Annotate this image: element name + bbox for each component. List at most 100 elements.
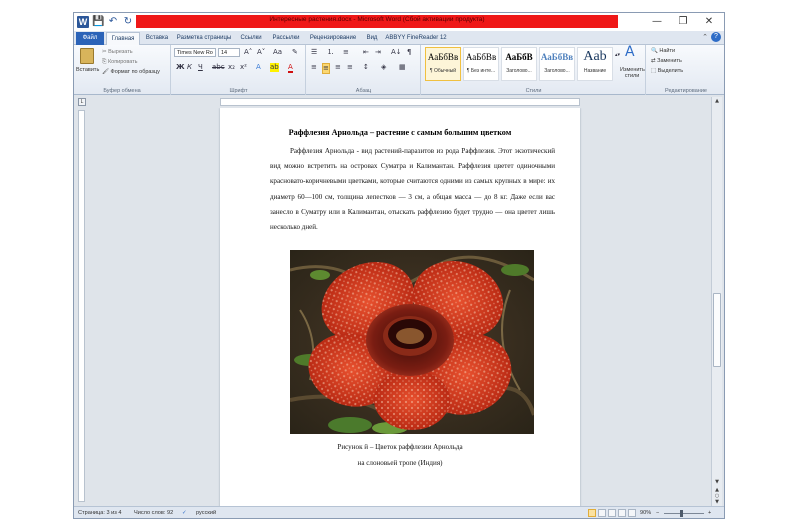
highlight-button[interactable]: ab (270, 63, 279, 72)
language-indicator[interactable]: русский (196, 510, 216, 516)
help-icon[interactable]: ? (711, 32, 721, 42)
document-page[interactable]: Раффлезия Арнольда – растение с самым бо… (220, 108, 580, 506)
font-color-button[interactable]: A (288, 63, 293, 73)
underline-button[interactable]: Ч (198, 63, 203, 72)
rafflesia-photo[interactable] (290, 250, 534, 434)
outline-view-button[interactable] (618, 509, 626, 517)
style-heading-1[interactable]: АаБбВ Заголово... (501, 47, 537, 81)
vertical-scrollbar[interactable]: ▲ ▼ ▲ ○ ▼ (711, 97, 722, 506)
style-heading-2[interactable]: АаБбВв Заголово... (539, 47, 575, 81)
tab-insert[interactable]: Вставка (142, 32, 172, 45)
full-screen-view-button[interactable] (598, 509, 606, 517)
tab-view[interactable]: Вид (362, 32, 382, 45)
document-body-paragraph: Раффлезия Арнольда - вид растений-парази… (270, 147, 555, 232)
justify-button[interactable]: ≡ (347, 63, 353, 72)
minimize-ribbon-icon[interactable]: ⌃ (702, 33, 708, 41)
find-button[interactable]: 🔍 Найти (651, 48, 675, 54)
font-family-select[interactable]: Times New Ro (174, 48, 216, 57)
web-layout-view-button[interactable] (608, 509, 616, 517)
multilevel-list-button[interactable]: ≡ (343, 48, 349, 57)
style-normal[interactable]: АаБбВв ¶ Обычный (425, 47, 461, 81)
redo-icon[interactable]: ↻ (122, 16, 134, 28)
align-left-button[interactable]: ≡ (311, 63, 317, 72)
copy-button[interactable]: ⎘ Копировать (102, 59, 138, 66)
select-button[interactable]: ⬚ Выделить (651, 68, 683, 74)
change-case-button[interactable]: Aa (273, 48, 282, 57)
horizontal-ruler[interactable] (220, 98, 580, 106)
borders-button[interactable]: ▦ (399, 63, 406, 72)
grow-font-button[interactable]: A˄ (244, 48, 252, 57)
sort-button[interactable]: A↓ (391, 48, 402, 57)
shrink-font-button[interactable]: A˅ (257, 48, 265, 57)
word-count[interactable]: Число слов: 92 (134, 510, 173, 516)
undo-icon[interactable]: ↶ (107, 16, 119, 28)
bold-button[interactable]: Ж (176, 63, 185, 72)
tab-file[interactable]: Файл (76, 32, 104, 45)
style-no-spacing[interactable]: АаБбВв ¶ Без инте... (463, 47, 499, 81)
cut-button[interactable]: ✂ Вырезать (102, 49, 133, 55)
style-preview: Aab (583, 49, 607, 64)
italic-button[interactable]: К (187, 63, 192, 72)
decrease-indent-button[interactable]: ⇤ (363, 48, 369, 57)
draft-view-button[interactable] (628, 509, 636, 517)
title-bar: W 💾 ↶ ↻ ▾ Интересные растения.docx - Mic… (74, 13, 724, 31)
increase-indent-button[interactable]: ⇥ (375, 48, 381, 57)
vertical-ruler[interactable] (78, 110, 85, 502)
font-group-label: Шрифт (229, 88, 248, 94)
close-button[interactable]: ✕ (696, 14, 722, 29)
paste-button[interactable]: Вставить (76, 67, 99, 73)
ribbon-tabs: Файл Главная Вставка Разметка страницы С… (74, 31, 724, 45)
subscript-button[interactable]: x₂ (228, 63, 235, 72)
strikethrough-button[interactable]: abc (212, 63, 225, 72)
document-heading: Раффлезия Арнольда – растение с самым бо… (288, 128, 512, 137)
styles-scroll-icon[interactable]: ▴▾ (615, 51, 620, 60)
cut-label: Вырезать (108, 49, 133, 55)
scroll-up-arrow-icon[interactable]: ▲ (712, 98, 722, 104)
tab-references[interactable]: Ссылки (236, 32, 266, 45)
style-title[interactable]: Aab Название (577, 47, 613, 81)
page-counter[interactable]: Страница: 3 из 4 (78, 510, 121, 516)
zoom-in-button[interactable]: + (708, 510, 711, 516)
replace-button[interactable]: ⇄ Заменить (651, 58, 682, 64)
shading-button[interactable]: ◈ (381, 63, 386, 72)
bullets-button[interactable]: ☰ (311, 48, 317, 57)
scrollbar-thumb[interactable] (713, 293, 721, 367)
style-name: ¶ Обычный (429, 68, 457, 74)
print-layout-view-button[interactable] (588, 509, 596, 517)
word-logo-icon[interactable]: W (77, 16, 89, 28)
proofing-icon[interactable]: ✓ (182, 510, 187, 516)
clear-formatting-button[interactable]: ✎ (292, 48, 298, 57)
paragraph-group-label: Абзац (355, 88, 372, 94)
zoom-slider-knob[interactable] (680, 510, 683, 517)
tab-mailings[interactable]: Рассылки (268, 32, 304, 45)
minimize-button[interactable]: — (644, 14, 670, 29)
word-window: W 💾 ↶ ↻ ▾ Интересные растения.docx - Mic… (73, 12, 725, 519)
tab-review[interactable]: Рецензирование (306, 32, 360, 45)
superscript-button[interactable]: x² (240, 63, 247, 72)
change-styles-button[interactable]: Изменить стили (620, 67, 645, 79)
scroll-down-arrow-icon[interactable]: ▼ (712, 479, 722, 485)
next-page-icon[interactable]: ▼ (712, 499, 722, 505)
tab-home[interactable]: Главная (106, 32, 140, 45)
zoom-out-button[interactable]: − (656, 510, 659, 516)
status-bar: Страница: 3 из 4 Число слов: 92 ✓ русски… (74, 506, 724, 518)
line-spacing-button[interactable]: ↕ (363, 63, 369, 72)
tab-page-layout[interactable]: Разметка страницы (174, 32, 234, 45)
zoom-slider[interactable] (664, 513, 704, 514)
tab-abbyy[interactable]: ABBYY FineReader 12 (384, 32, 448, 45)
format-painter-button[interactable]: 🖌 Формат по образцу (102, 69, 160, 75)
save-icon[interactable]: 💾 (92, 16, 104, 28)
tab-selector-button[interactable]: L (78, 98, 86, 106)
show-marks-button[interactable]: ¶ (407, 48, 411, 57)
maximize-button[interactable]: ❐ (670, 14, 696, 29)
text-effects-button[interactable]: A (256, 63, 261, 72)
style-preview: АаБбВв (465, 52, 497, 62)
zoom-level[interactable]: 90% (640, 510, 651, 516)
align-right-button[interactable]: ≡ (335, 63, 341, 72)
change-styles-icon[interactable]: A (625, 45, 635, 59)
font-size-select[interactable]: 14 (218, 48, 240, 57)
numbering-button[interactable]: ⒈ (327, 48, 334, 57)
align-center-button[interactable]: ≡ (322, 63, 330, 74)
replace-label: Заменить (657, 58, 682, 64)
paste-icon[interactable] (80, 48, 94, 64)
